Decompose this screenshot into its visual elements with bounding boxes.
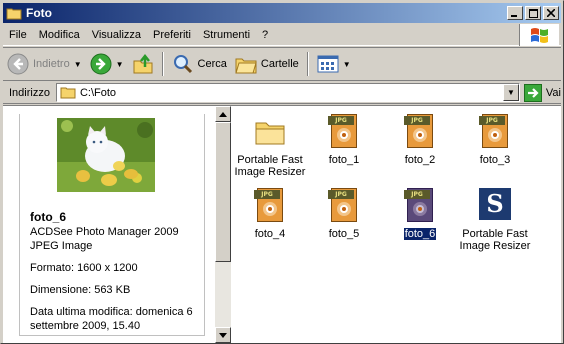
menu-file[interactable]: File [3, 29, 33, 41]
back-arrow-icon [7, 53, 29, 75]
file-list: Portable Fast Image Resizer JPG foto_1 J… [233, 106, 561, 343]
app-icon: S [479, 188, 511, 220]
file-name-label: Portable Fast Image Resizer [234, 154, 306, 178]
file-name-label: foto_6 [402, 227, 438, 241]
back-label: Indietro [33, 58, 70, 70]
scroll-up-button[interactable] [215, 106, 231, 122]
file-item-foto-6[interactable]: JPG foto_6 [383, 182, 457, 241]
forward-dropdown-icon[interactable]: ▼ [116, 60, 124, 69]
scrollbar-thumb[interactable] [215, 122, 231, 262]
file-format: Formato: 1600 x 1200 [30, 262, 138, 274]
file-type: JPEG Image [30, 240, 93, 252]
file-item-folder[interactable]: Portable Fast Image Resizer [233, 108, 307, 178]
maximize-button[interactable] [525, 6, 541, 20]
folders-button[interactable]: Cartelle [231, 49, 303, 79]
forward-arrow-icon [90, 53, 112, 75]
file-item-foto-3[interactable]: JPG foto_3 [458, 108, 532, 166]
jpg-file-icon: JPG [479, 114, 511, 148]
folder-icon [6, 8, 22, 20]
file-name-label: foto_1 [328, 154, 360, 166]
go-button[interactable]: Vai [523, 83, 561, 102]
toolbar-separator [161, 52, 164, 76]
close-icon [547, 9, 555, 17]
file-name-label: foto_2 [404, 154, 436, 166]
address-input[interactable]: C:\Foto ▼ [55, 83, 520, 102]
file-details: foto_6 ACDSee Photo Manager 2009 JPEG Im… [30, 210, 200, 333]
scroll-down-button[interactable] [215, 327, 231, 343]
maximize-icon [528, 8, 538, 18]
menu-strumenti[interactable]: Strumenti [197, 29, 256, 41]
search-label: Cerca [197, 58, 227, 70]
address-bar: Indirizzo C:\Foto ▼ Vai [3, 82, 561, 104]
file-size: Dimensione: 563 KB [30, 284, 131, 296]
menu-preferiti[interactable]: Preferiti [147, 29, 197, 41]
menu-modifica[interactable]: Modifica [33, 29, 86, 41]
title-bar[interactable]: Foto [3, 3, 561, 23]
go-arrow-icon [523, 83, 542, 102]
address-label: Indirizzo [9, 86, 50, 99]
views-dropdown-icon[interactable]: ▼ [343, 60, 351, 69]
windows-logo-icon [519, 24, 559, 46]
minimize-icon [511, 15, 517, 17]
file-name-label: foto_4 [254, 228, 286, 240]
jpg-file-icon: JPG [404, 114, 436, 148]
file-item-foto-5[interactable]: JPG foto_5 [307, 182, 381, 240]
file-item-foto-2[interactable]: JPG foto_2 [383, 108, 457, 166]
folder-icon [252, 114, 288, 150]
search-button[interactable]: Cerca [168, 49, 231, 79]
forward-button[interactable]: ▼ [86, 49, 128, 79]
address-dropdown-button[interactable]: ▼ [502, 84, 519, 101]
up-folder-button[interactable] [128, 49, 158, 79]
chevron-up-icon [219, 111, 227, 117]
address-value: C:\Foto [79, 86, 117, 99]
jpg-file-icon: JPG [404, 188, 436, 222]
explorer-window: Foto File Modifica Visualizza Preferiti … [0, 0, 564, 344]
file-name-label: foto_3 [479, 154, 511, 166]
jpg-file-icon: JPG [254, 188, 286, 222]
file-item-foto-1[interactable]: JPG foto_1 [307, 108, 381, 166]
folder-icon [60, 87, 76, 99]
vertical-scrollbar[interactable] [215, 106, 231, 343]
image-thumbnail [57, 118, 155, 192]
menu-help[interactable]: ? [256, 29, 274, 41]
close-button[interactable] [543, 6, 559, 20]
search-icon [173, 55, 192, 74]
chevron-down-icon [219, 332, 227, 338]
folder-up-icon [133, 53, 153, 74]
toolbar: Indietro ▼ ▼ Cerca Cartelle ▼ [3, 47, 561, 81]
file-item-app[interactable]: S Portable Fast Image Resizer [458, 182, 532, 252]
file-type-app: ACDSee Photo Manager 2009 [30, 226, 179, 238]
file-item-foto-4[interactable]: JPG foto_4 [233, 182, 307, 240]
go-label: Vai [545, 86, 561, 99]
minimize-button[interactable] [507, 6, 523, 20]
file-name-label: Portable Fast Image Resizer [459, 228, 531, 252]
file-modified: Data ultima modifica: domenica 6 settemb… [30, 306, 193, 332]
window-title: Foto [26, 6, 52, 20]
file-name-label: foto_5 [328, 228, 360, 240]
menu-visualizza[interactable]: Visualizza [86, 29, 147, 41]
windows-flag-icon [530, 28, 548, 43]
toolbar-separator [306, 52, 309, 76]
content-area: foto_6 ACDSee Photo Manager 2009 JPEG Im… [3, 105, 561, 343]
jpg-file-icon: JPG [328, 188, 360, 222]
kitten-photo [57, 118, 155, 192]
jpg-file-icon: JPG [328, 114, 360, 148]
views-icon [317, 55, 339, 73]
back-button[interactable]: Indietro ▼ [3, 49, 86, 79]
back-dropdown-icon[interactable]: ▼ [74, 60, 82, 69]
folders-label: Cartelle [260, 58, 299, 70]
menu-bar: File Modifica Visualizza Preferiti Strum… [3, 24, 561, 46]
file-name: foto_6 [30, 210, 66, 224]
details-pane: foto_6 ACDSee Photo Manager 2009 JPEG Im… [3, 106, 215, 343]
views-button[interactable]: ▼ [313, 49, 355, 79]
folders-icon [235, 58, 257, 74]
